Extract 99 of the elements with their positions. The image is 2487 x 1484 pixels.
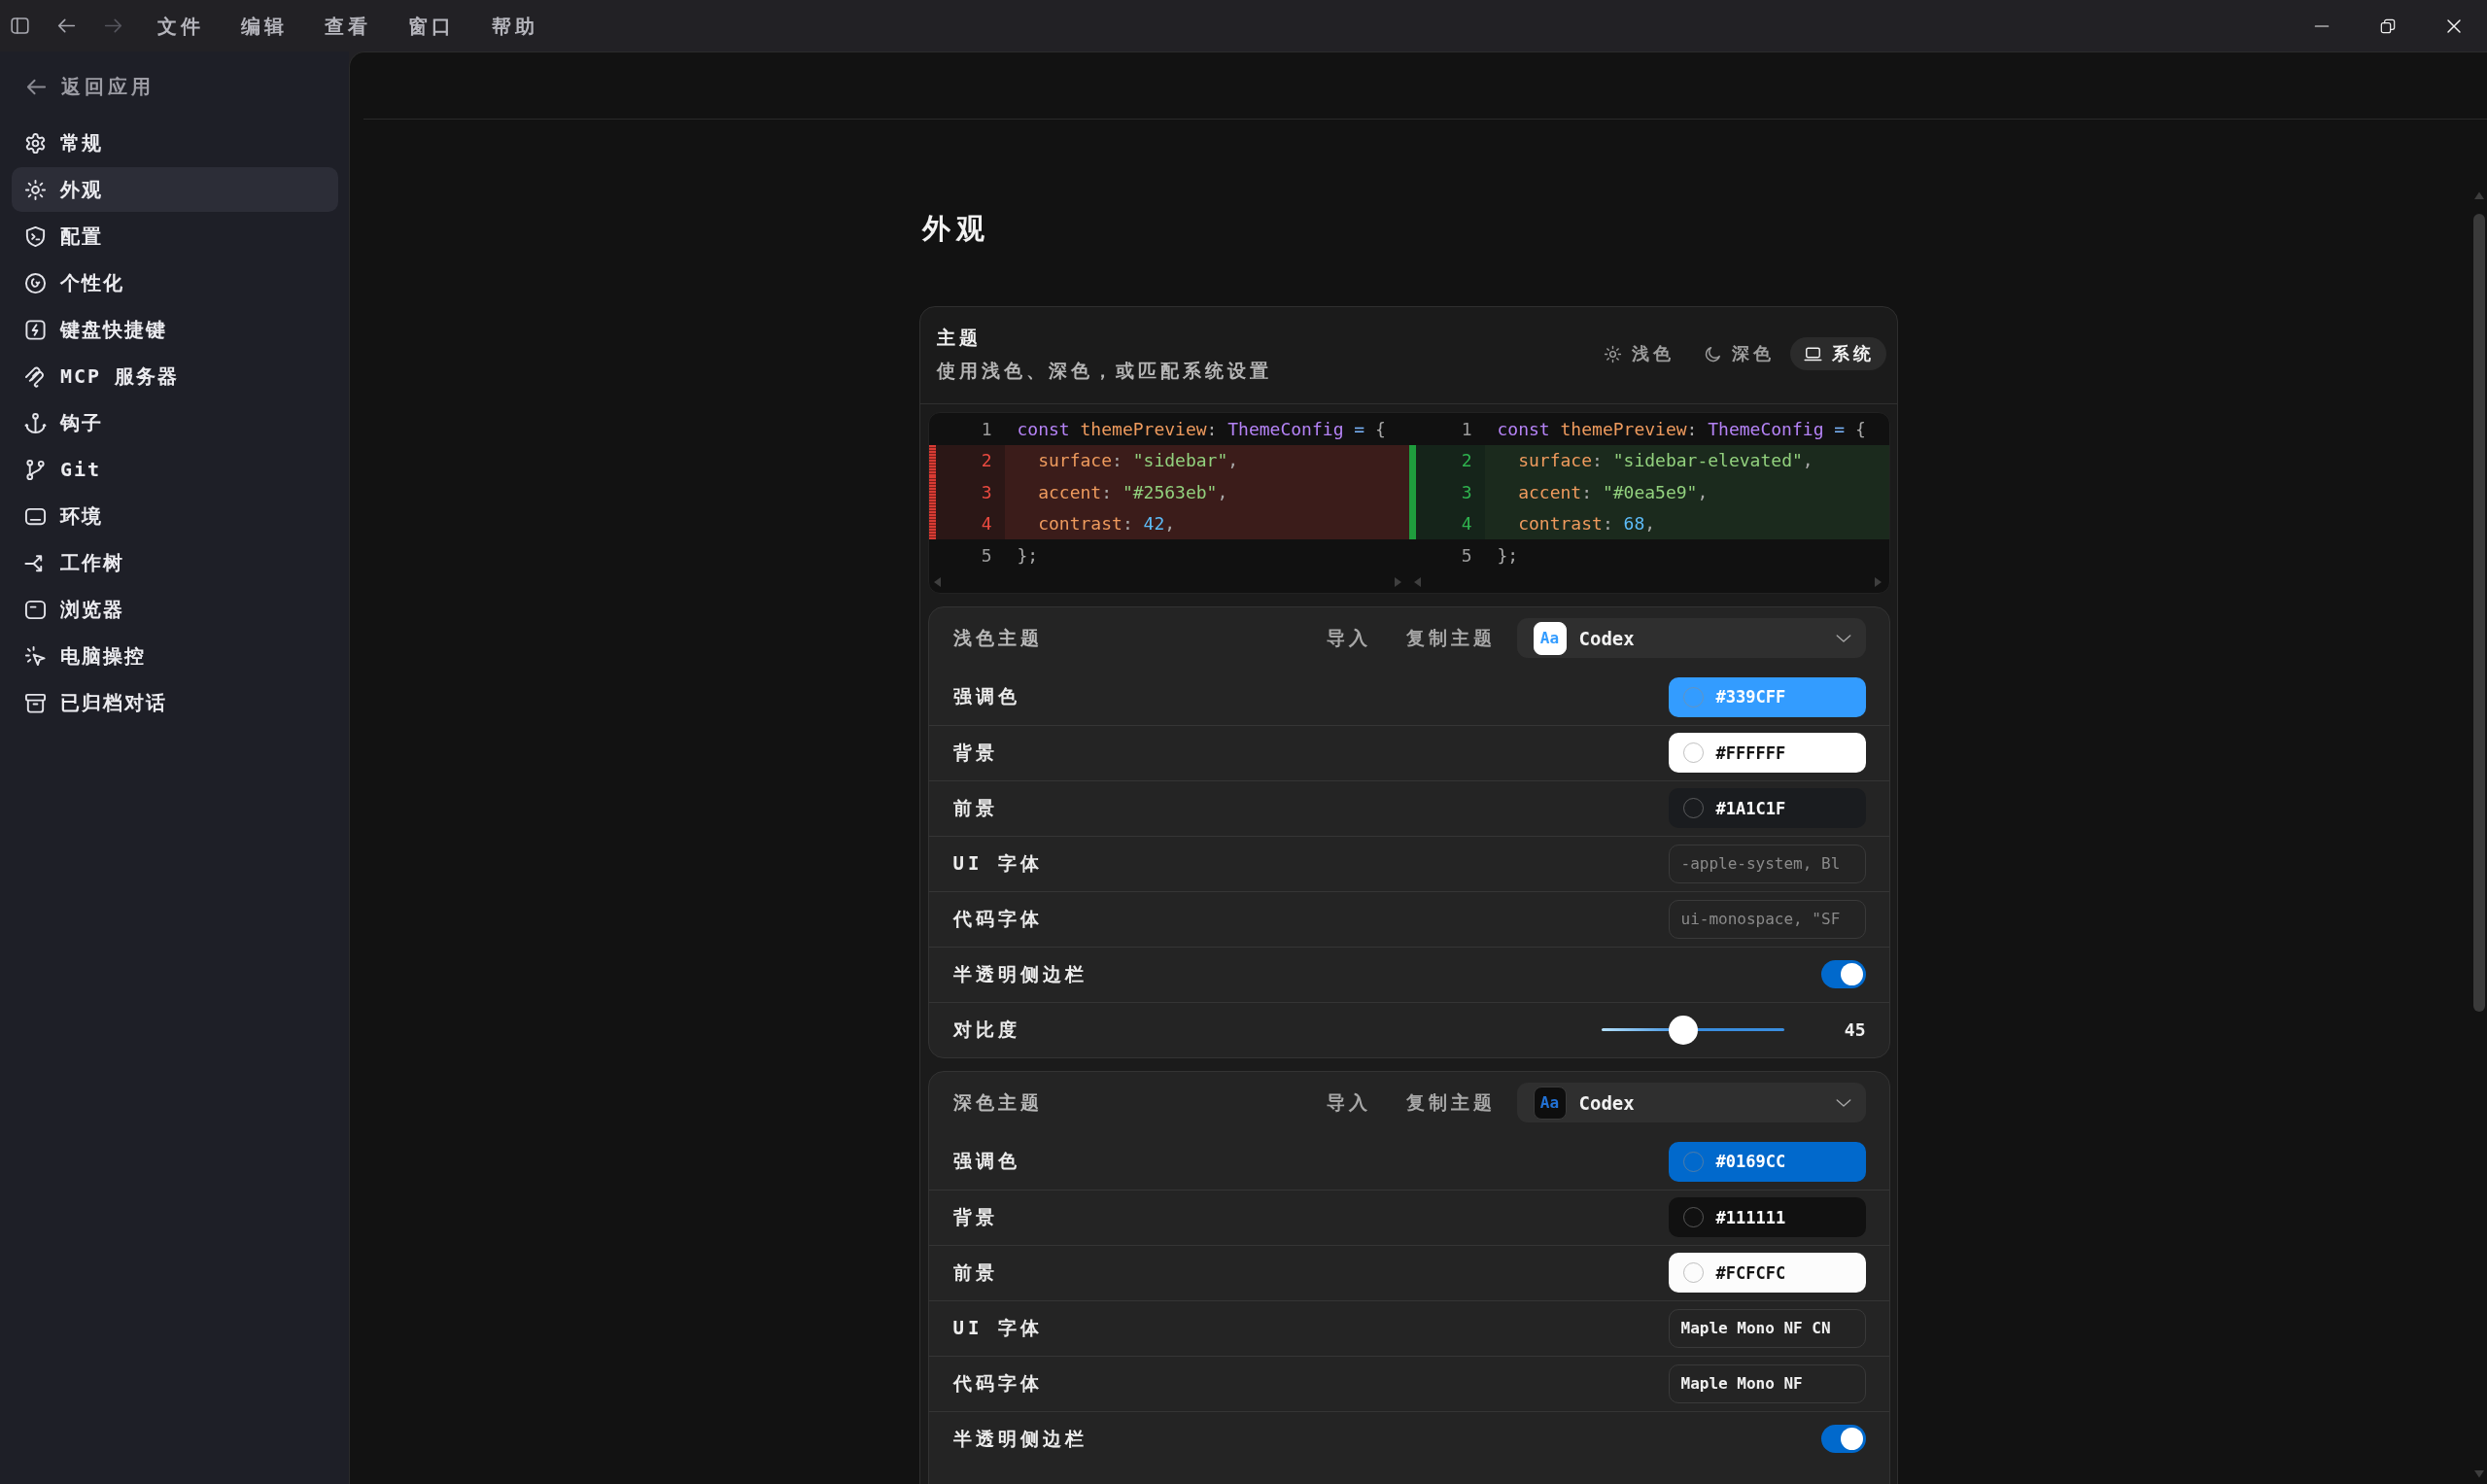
menu-item[interactable]: 查看 — [325, 12, 371, 40]
sidebar-item[interactable]: MCP 服务器 — [12, 354, 338, 398]
gear-icon — [24, 131, 47, 155]
code-line: const themePreview: ThemeConfig = { — [1496, 417, 1866, 441]
line-number: 3 — [1415, 476, 1485, 508]
input-field[interactable]: -apple-system, Bl — [1668, 844, 1866, 883]
sidebar-toggle-icon[interactable] — [10, 16, 30, 36]
archive-box-icon — [24, 691, 47, 714]
setting-label: 对比度 — [952, 1017, 1020, 1042]
shield-prompt-icon — [24, 224, 47, 248]
code-line: contrast: 68, — [1517, 512, 1656, 536]
color-field[interactable]: #FCFCFC — [1668, 1253, 1866, 1293]
menu-item[interactable]: 窗口 — [408, 12, 455, 40]
setting-label: 代码字体 — [952, 1370, 1043, 1396]
sidebar-item[interactable]: 浏览器 — [12, 587, 338, 632]
mode-tab[interactable]: 系统 — [1789, 337, 1886, 370]
card-description: 使用浅色、深色，或匹配系统设置 — [936, 359, 1272, 383]
line-number: 2 — [1415, 444, 1485, 476]
setting-label: 强调色 — [952, 684, 1020, 708]
action-button[interactable]: 导入 — [1318, 619, 1377, 657]
moon-icon — [1703, 344, 1722, 363]
line-number: 4 — [1415, 507, 1485, 539]
sidebar-item[interactable]: 外观 — [12, 167, 338, 212]
menu-item[interactable]: 帮助 — [492, 12, 538, 40]
browser-window-icon — [24, 598, 47, 621]
sun-icon — [1603, 344, 1622, 363]
sidebar-item[interactable]: Git — [12, 447, 338, 492]
sidebar-item[interactable]: 钩子 — [12, 400, 338, 445]
action-button[interactable]: 导入 — [1318, 1084, 1377, 1122]
line-number: 1 — [1460, 417, 1473, 441]
card-title: 主题 — [936, 326, 982, 350]
setting-label: 半透明侧边栏 — [952, 1426, 1088, 1451]
setting-label: 前景 — [952, 795, 998, 820]
code-line: const themePreview: ThemeConfig = { — [1016, 417, 1386, 441]
code-line: surface: "sidebar-elevated", — [1517, 449, 1813, 473]
color-field[interactable]: #111111 — [1668, 1197, 1866, 1237]
branch-icon — [24, 458, 47, 481]
input-field[interactable]: Maple Mono NF — [1668, 1363, 1866, 1403]
sidebar-item[interactable]: 个性化 — [12, 260, 338, 305]
input-field[interactable]: Maple Mono NF CN — [1668, 1308, 1866, 1348]
action-button[interactable]: 复制主题 — [1398, 619, 1502, 657]
line-number: 5 — [980, 543, 993, 568]
code-line: contrast: 42, — [1037, 512, 1176, 536]
setting-label: 背景 — [952, 1204, 998, 1229]
sidebar-item[interactable]: 电脑操控 — [12, 634, 338, 678]
preset-badge: Aa — [1533, 1086, 1567, 1120]
anchor-icon — [24, 411, 47, 434]
mode-tab[interactable]: 浅色 — [1589, 337, 1686, 370]
scrollbar-thumb[interactable] — [2473, 214, 2485, 1012]
back-link[interactable]: 返回应用 — [12, 67, 338, 106]
swirl-circle-icon — [24, 271, 47, 294]
laptop-icon — [1803, 344, 1822, 363]
sidebar-item[interactable]: 工作树 — [12, 540, 338, 585]
sidebar-item[interactable]: 常规 — [12, 121, 338, 165]
sun-icon — [24, 178, 47, 201]
setting-label: UI 字体 — [952, 1315, 1043, 1340]
toggle-switch[interactable] — [1820, 960, 1866, 988]
line-number: 5 — [1460, 543, 1473, 568]
sidebar-item[interactable]: 已归档对话 — [12, 680, 338, 725]
line-number: 3 — [935, 476, 1005, 508]
preset-badge: Aa — [1533, 621, 1567, 655]
slider-thumb[interactable] — [1669, 1015, 1699, 1045]
close-icon[interactable] — [2446, 17, 2462, 34]
menu-item[interactable]: 编辑 — [241, 12, 288, 40]
line-number: 2 — [935, 444, 1005, 476]
setting-label: UI 字体 — [952, 850, 1043, 876]
color-field[interactable]: #1A1C1F — [1668, 788, 1866, 828]
sidebar-item[interactable]: 配置 — [12, 214, 338, 259]
setting-label: 代码字体 — [952, 906, 1043, 931]
preset-dropdown[interactable]: Aa Codex — [1516, 1083, 1866, 1122]
color-field[interactable]: #0169CC — [1668, 1141, 1866, 1182]
setting-label: 背景 — [952, 740, 998, 765]
mode-tab[interactable]: 深色 — [1689, 337, 1786, 370]
setting-label: 半透明侧边栏 — [952, 961, 1088, 986]
panel-title: 浅色主题 — [952, 625, 1043, 650]
line-number: 1 — [980, 417, 993, 441]
preset-dropdown[interactable]: Aa Codex — [1516, 618, 1866, 658]
toggle-switch[interactable] — [1820, 1425, 1866, 1453]
slider-value: 45 — [1844, 1019, 1866, 1040]
code-line: accent: "#2563eb", — [1037, 480, 1228, 504]
setting-label: 强调色 — [952, 1149, 1020, 1173]
strands-icon — [24, 364, 47, 388]
action-button[interactable]: 复制主题 — [1398, 1084, 1502, 1122]
setting-label: 前景 — [952, 1260, 998, 1285]
panel-title: 深色主题 — [952, 1089, 1043, 1115]
bolt-square-icon — [24, 318, 47, 341]
restore-icon[interactable] — [2380, 17, 2396, 34]
line-number: 4 — [935, 507, 1005, 539]
sidebar-item[interactable]: 环境 — [12, 494, 338, 538]
sidebar-item[interactable]: 键盘快捷键 — [12, 307, 338, 352]
code-line: accent: "#0ea5e9", — [1517, 480, 1709, 504]
page-title: 外观 — [921, 211, 990, 246]
code-line: }; — [1496, 543, 1519, 568]
code-line: }; — [1016, 543, 1039, 568]
input-field[interactable]: ui-monospace, "SF — [1668, 899, 1866, 939]
code-line: surface: "sidebar", — [1037, 449, 1239, 473]
cursor-click-icon — [24, 644, 47, 668]
color-field[interactable]: #FFFFFF — [1668, 733, 1866, 773]
menu-item[interactable]: 文件 — [157, 12, 204, 40]
